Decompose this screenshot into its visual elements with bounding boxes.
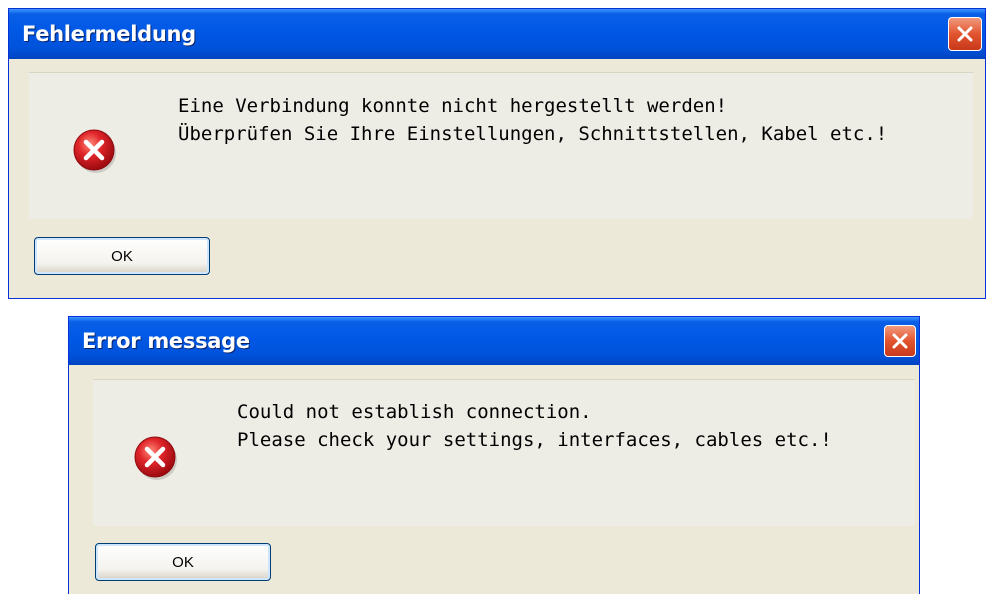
dialog-title: Fehlermeldung bbox=[22, 22, 196, 46]
close-button[interactable] bbox=[948, 17, 982, 51]
title-bar[interactable]: Fehlermeldung bbox=[9, 9, 985, 59]
ok-button[interactable]: OK bbox=[34, 237, 210, 275]
error-icon bbox=[134, 436, 177, 480]
close-icon bbox=[957, 26, 973, 42]
message-line-1: Could not establish connection. bbox=[237, 401, 592, 423]
error-icon bbox=[73, 129, 116, 173]
error-dialog-german: Fehlermeldung Eine Verbindung konnte nic… bbox=[8, 8, 986, 299]
close-button[interactable] bbox=[884, 325, 916, 357]
ok-button[interactable]: OK bbox=[95, 543, 271, 581]
message-line-1: Eine Verbindung konnte nicht hergestellt… bbox=[178, 95, 728, 117]
close-icon bbox=[892, 333, 908, 349]
dialog-title: Error message bbox=[82, 329, 250, 353]
error-dialog-english: Error message Could not establish connec… bbox=[68, 316, 920, 594]
message-line-2: Überprüfen Sie Ihre Einstellungen, Schni… bbox=[178, 123, 888, 145]
title-bar[interactable]: Error message bbox=[69, 317, 919, 365]
message-line-2: Please check your settings, interfaces, … bbox=[237, 429, 832, 451]
